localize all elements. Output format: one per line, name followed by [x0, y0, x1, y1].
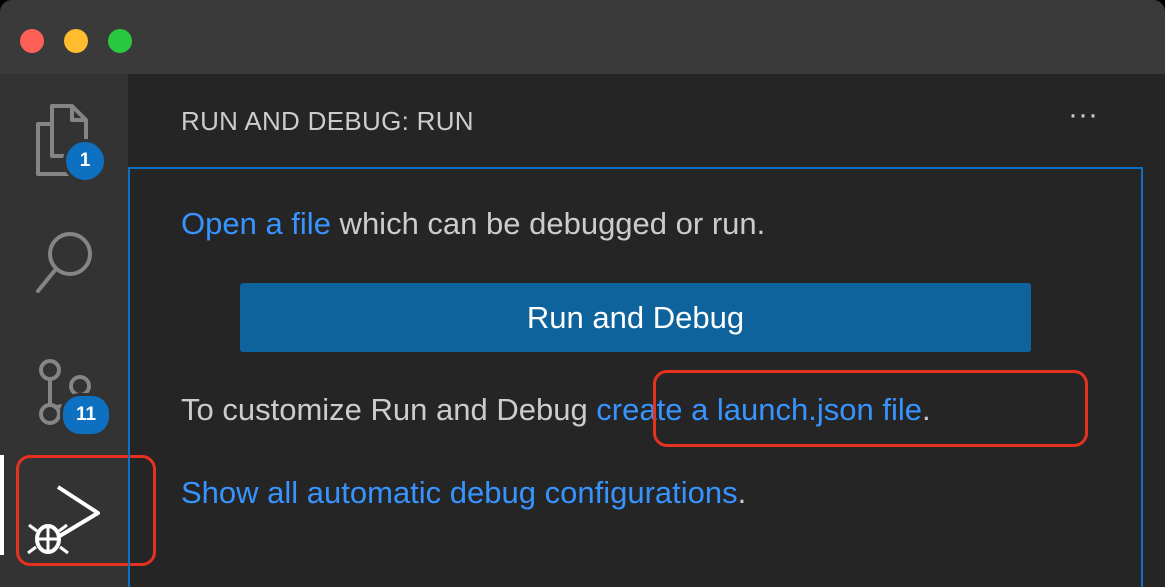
search-icon [36, 232, 92, 293]
create-launch-json-link[interactable]: create a launch.json file [596, 392, 922, 427]
show-configs-period: . [737, 475, 747, 510]
sidebar-title: RUN AND DEBUG: RUN [181, 106, 474, 136]
more-actions-button[interactable]: ··· [1060, 100, 1106, 140]
activity-source-control[interactable]: 11 [0, 345, 128, 445]
maximize-window-button[interactable] [108, 29, 132, 53]
title-bar [0, 0, 1165, 74]
vscode-window: 1 11 RUN AND DEBUG: RUN ··· Open a file … [0, 0, 1165, 587]
close-window-button[interactable] [20, 29, 44, 53]
activity-explorer[interactable]: 1 [0, 90, 128, 190]
source-control-badge: 11 [60, 393, 112, 437]
customize-line: To customize Run and Debug create a laun… [181, 392, 931, 428]
run-and-debug-button[interactable]: Run and Debug [240, 283, 1031, 352]
show-debug-configurations-link[interactable]: Show all automatic debug configurations [181, 475, 738, 510]
minimize-window-button[interactable] [64, 29, 88, 53]
open-file-text: which can be debugged or run. [330, 206, 766, 241]
open-file-link[interactable]: Open a file [181, 206, 331, 241]
activity-search[interactable] [0, 200, 128, 300]
explorer-badge: 1 [63, 139, 107, 183]
customize-period: . [922, 392, 931, 427]
show-configs-line: Show all automatic debug configurations. [181, 475, 746, 511]
open-file-line: Open a file which can be debugged or run… [181, 206, 765, 242]
activity-run-and-debug[interactable] [0, 460, 128, 560]
customize-text: To customize Run and Debug [181, 392, 597, 427]
run-debug-icon [27, 485, 100, 555]
